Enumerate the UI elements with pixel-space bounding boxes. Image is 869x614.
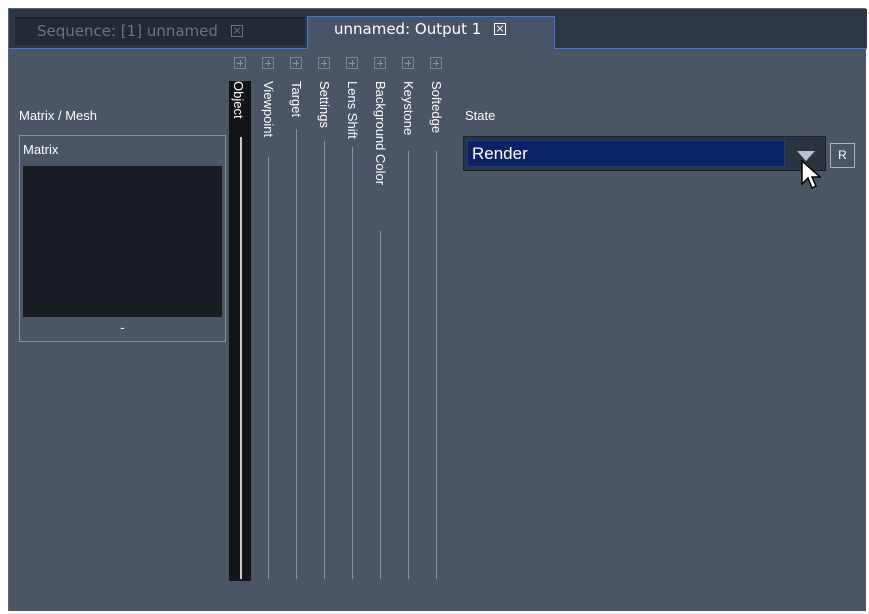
column-label: Viewpoint [261,81,276,138]
close-icon[interactable] [494,22,507,35]
column-viewpoint[interactable]: Viewpoint [259,81,279,581]
close-icon[interactable] [230,24,243,37]
column-divider [268,157,269,579]
expand-icon[interactable] [234,57,246,69]
state-selected-value: Render [467,140,785,167]
column-object[interactable]: Object [229,81,251,581]
reset-button[interactable]: R [830,143,855,168]
column-divider [408,151,409,579]
expand-icon[interactable] [402,57,414,69]
mouse-cursor-icon [801,160,821,190]
column-divider [436,151,437,579]
expand-icon[interactable] [374,57,386,69]
column-label: Target [289,81,304,118]
column-label: Object [231,81,246,119]
tab-sequence[interactable]: Sequence: [1] unnamed [15,17,305,45]
column-divider [324,141,325,579]
column-settings[interactable]: Settings [315,81,335,581]
matrix-list-header: Matrix [23,142,59,157]
output-window: Sequence: [1] unnamed unnamed: Output 1 … [8,8,867,611]
column-softedge[interactable]: Softedge [427,81,447,581]
tab-bar: Sequence: [1] unnamed unnamed: Output 1 [9,9,867,49]
expand-icon[interactable] [262,57,274,69]
matrix-remove-button[interactable]: - [20,321,225,336]
state-label: State [465,108,496,123]
column-label: Keystone [401,81,416,136]
column-divider [352,147,353,579]
column-label: Softedge [429,81,444,134]
column-background-color[interactable]: Background Color [371,81,391,581]
expand-icon[interactable] [346,57,358,69]
column-divider [380,231,381,579]
column-divider [296,129,297,579]
column-lens-shift[interactable]: Lens Shift [343,81,363,581]
column-label: Lens Shift [345,81,360,139]
expand-icon[interactable] [430,57,442,69]
tab-output-label: unnamed: Output 1 [334,20,482,38]
tab-output[interactable]: unnamed: Output 1 [307,16,555,49]
matrix-list[interactable] [23,166,222,317]
column-label: Background Color [373,81,388,186]
expand-icon[interactable] [290,57,302,69]
expand-icon[interactable] [318,57,330,69]
column-label: Settings [317,81,332,128]
column-keystone[interactable]: Keystone [399,81,419,581]
tab-sequence-label: Sequence: [1] unnamed [37,22,218,40]
state-dropdown[interactable]: Render [463,136,826,171]
matrix-mesh-title: Matrix / Mesh [19,108,98,123]
matrix-panel: Matrix - [19,135,226,342]
column-divider [240,137,242,579]
column-target[interactable]: Target [287,81,307,581]
